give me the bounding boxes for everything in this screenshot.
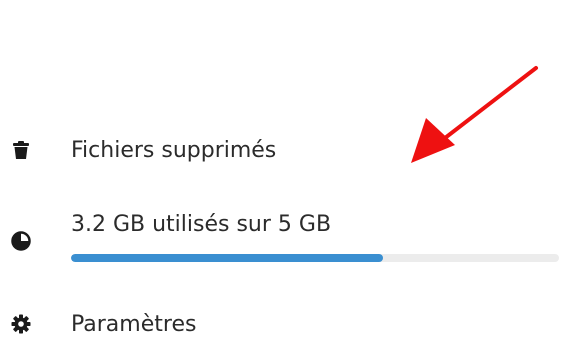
settings-nav-item[interactable]: Paramètres bbox=[0, 306, 578, 345]
trash-nav-label: Fichiers supprimés bbox=[71, 138, 277, 163]
storage-quota-text: 3.2 GB utilisés sur 5 GB bbox=[71, 212, 332, 237]
settings-nav-label: Paramètres bbox=[71, 312, 197, 337]
trash-nav-item[interactable]: Fichiers supprimés bbox=[0, 132, 578, 172]
red-arrow-icon bbox=[411, 66, 538, 163]
pie-chart-icon bbox=[11, 231, 31, 251]
app-navigation-footer: Fichiers supprimés 3.2 GB utilisés sur 5… bbox=[0, 0, 578, 345]
storage-quota-fill bbox=[71, 254, 384, 262]
gear-icon bbox=[11, 314, 31, 334]
storage-quota-item: 3.2 GB utilisés sur 5 GB bbox=[0, 205, 578, 275]
trash-icon bbox=[13, 141, 29, 159]
storage-quota-bar bbox=[71, 254, 559, 262]
